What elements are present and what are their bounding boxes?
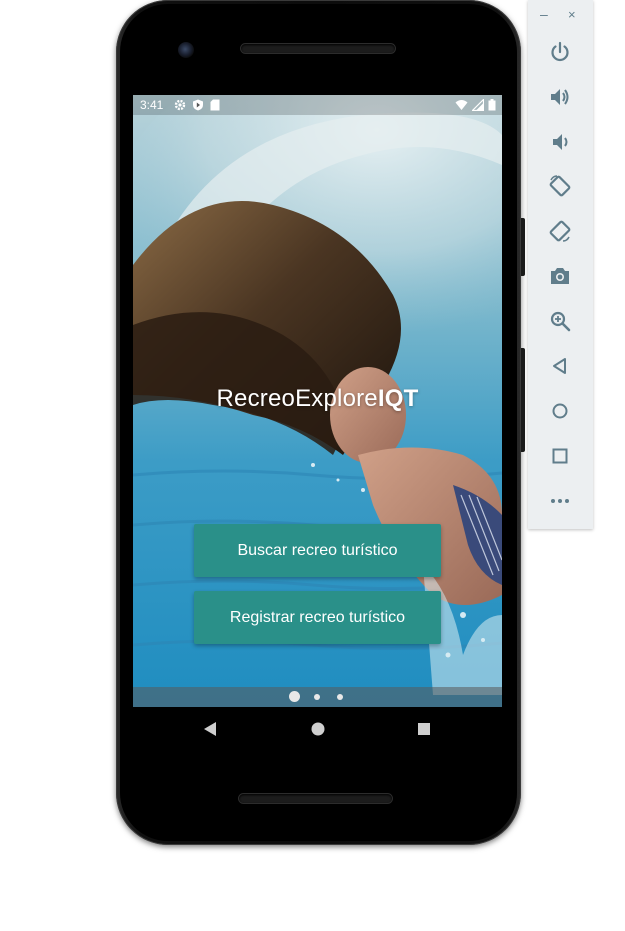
page-dot[interactable] bbox=[337, 694, 343, 700]
rotate-left-button[interactable] bbox=[546, 172, 574, 200]
front-camera bbox=[178, 42, 194, 58]
volume-side-button bbox=[521, 348, 525, 452]
zoom-button[interactable] bbox=[546, 307, 574, 335]
volume-up-button[interactable] bbox=[546, 83, 574, 111]
app-title-regular: RecreoExplore bbox=[216, 385, 378, 412]
more-button[interactable] bbox=[546, 487, 574, 515]
device-screen: 3:41 RecreoExploreIQT Buscar recreo turí… bbox=[133, 95, 502, 707]
rotate-right-icon bbox=[549, 220, 571, 242]
volume-down-button[interactable] bbox=[546, 128, 574, 156]
page-indicator bbox=[133, 687, 502, 707]
power-side-button bbox=[521, 218, 525, 276]
app-title: RecreoExploreIQT bbox=[133, 385, 502, 413]
zoom-icon bbox=[550, 311, 571, 332]
minimize-button[interactable]: – bbox=[540, 6, 548, 22]
more-icon bbox=[551, 499, 569, 503]
panel-back-button[interactable] bbox=[546, 352, 574, 380]
wifi-icon bbox=[455, 100, 468, 110]
status-bar: 3:41 bbox=[133, 95, 502, 115]
rotate-left-icon bbox=[549, 175, 571, 197]
power-button[interactable] bbox=[546, 38, 574, 66]
close-button[interactable]: × bbox=[568, 7, 576, 22]
status-time: 3:41 bbox=[140, 98, 164, 112]
volume-down-icon bbox=[553, 134, 568, 150]
bottom-speaker bbox=[239, 794, 392, 803]
android-nav-bar bbox=[133, 707, 502, 751]
search-recreo-button[interactable]: Buscar recreo turístico bbox=[194, 524, 441, 577]
overview-icon bbox=[552, 448, 568, 464]
home-icon bbox=[552, 403, 568, 419]
back-icon bbox=[553, 358, 566, 374]
overview-icon[interactable] bbox=[417, 722, 431, 736]
panel-home-button[interactable] bbox=[546, 397, 574, 425]
volume-up-icon bbox=[551, 89, 569, 105]
shield-play-icon bbox=[193, 99, 203, 111]
toolbar-window-controls: – × bbox=[528, 6, 593, 28]
register-recreo-button[interactable]: Registrar recreo turístico bbox=[194, 591, 441, 644]
battery-icon bbox=[488, 99, 496, 111]
sd-card-icon bbox=[210, 99, 220, 111]
app-title-bold: IQT bbox=[377, 385, 419, 412]
page-dot-active[interactable] bbox=[289, 691, 300, 702]
power-icon bbox=[551, 41, 569, 62]
emulator-toolbar: – × bbox=[528, 0, 593, 529]
top-speaker bbox=[241, 44, 395, 53]
panel-overview-button[interactable] bbox=[546, 442, 574, 470]
emulator-stage: 3:41 RecreoExploreIQT Buscar recreo turí… bbox=[0, 0, 625, 931]
back-icon[interactable] bbox=[203, 721, 217, 737]
signal-icon bbox=[472, 99, 484, 111]
screenshot-button[interactable] bbox=[546, 262, 574, 290]
camera-icon bbox=[551, 268, 569, 284]
rotate-right-button[interactable] bbox=[546, 217, 574, 245]
settings-icon bbox=[174, 99, 186, 111]
page-dot[interactable] bbox=[314, 694, 320, 700]
home-icon[interactable] bbox=[310, 721, 326, 737]
